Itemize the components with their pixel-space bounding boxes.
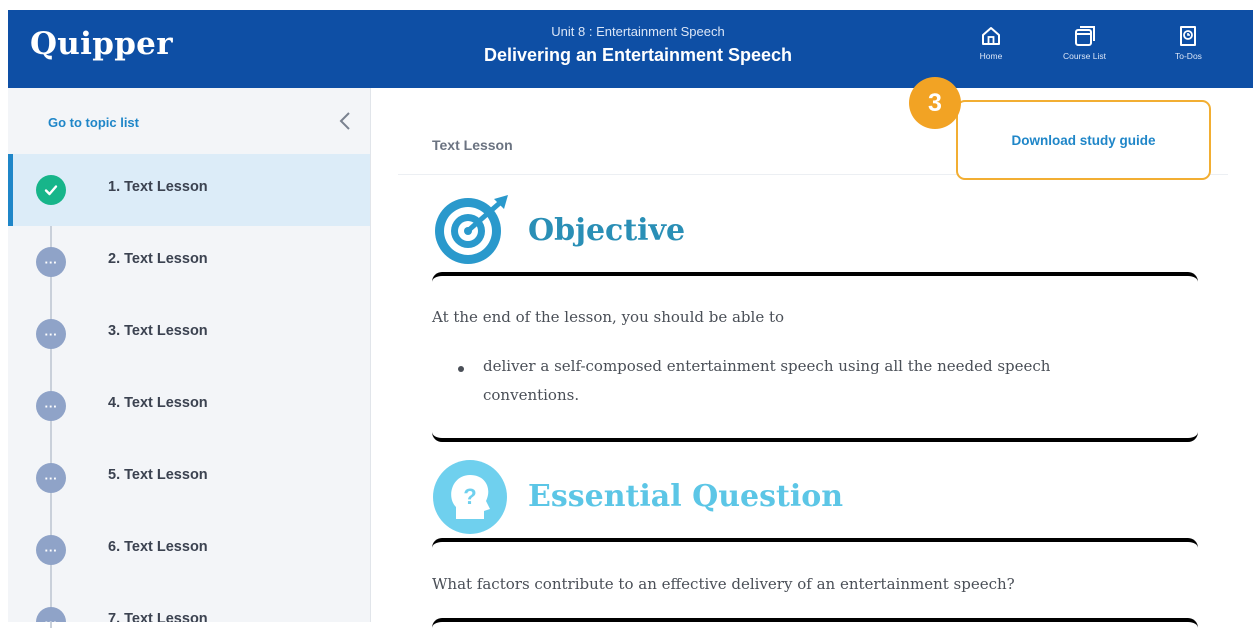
home-icon (982, 27, 1000, 45)
header-title-block: Unit 8 : Entertainment Speech Delivering… (448, 24, 828, 66)
home-label: Home (979, 51, 1003, 61)
essential-question-top-divider (432, 538, 1198, 552)
question-mark-glyph: ? (463, 484, 476, 509)
objective-intro: At the end of the lesson, you should be … (432, 308, 785, 326)
course-list-button[interactable]: Course List (1063, 24, 1106, 61)
target-icon (432, 193, 516, 272)
topic-label: 1. Text Lesson (108, 179, 208, 195)
course-list-label: Course List (1063, 51, 1106, 61)
essential-question-bottom-divider (432, 618, 1198, 632)
home-button[interactable]: Home (979, 24, 1003, 61)
todos-label: To-Dos (1175, 51, 1202, 61)
topic-label: 2. Text Lesson (108, 251, 208, 267)
sidebar-topic-4[interactable]: ··· 4. Text Lesson (8, 370, 370, 442)
sidebar-topic-6[interactable]: ··· 6. Text Lesson (8, 514, 370, 586)
sidebar-topic-3[interactable]: ··· 3. Text Lesson (8, 298, 370, 370)
sidebar-topic-7[interactable]: ··· 7. Text Lesson (8, 586, 370, 622)
sidebar-topic-5[interactable]: ··· 5. Text Lesson (8, 442, 370, 514)
more-dots-icon: ··· (36, 391, 66, 421)
unit-title: Unit 8 : Entertainment Speech (551, 24, 725, 39)
topic-label: 4. Text Lesson (108, 395, 208, 411)
sidebar-topic-1[interactable]: 1. Text Lesson (8, 154, 370, 226)
todos-button[interactable]: To-Dos (1175, 24, 1202, 61)
collapse-sidebar-button[interactable] (338, 110, 352, 137)
breadcrumb: Text Lesson (432, 137, 513, 153)
objective-bullet-line-2: conventions. (483, 386, 580, 404)
more-dots-icon: ··· (36, 607, 66, 622)
objective-title: Objective (528, 213, 686, 248)
more-dots-icon: ··· (36, 319, 66, 349)
topic-sidebar: Go to topic list 1. Text Lesson ··· 2. T… (8, 88, 371, 628)
todo-icon (1180, 26, 1197, 46)
more-dots-icon: ··· (36, 247, 66, 277)
topic-label: 7. Text Lesson (108, 611, 208, 622)
objective-top-divider (432, 272, 1198, 286)
bullet-dot (458, 366, 464, 372)
quipper-logo[interactable]: Quipper (30, 26, 173, 62)
essential-question-text: What factors contribute to an effective … (432, 575, 1015, 593)
more-dots-icon: ··· (36, 535, 66, 565)
objective-bullet-line-1: deliver a self-composed entertainment sp… (483, 357, 1051, 375)
check-icon (36, 175, 66, 205)
objective-bullet: deliver a self-composed entertainment sp… (483, 352, 1183, 410)
callout-number-badge: 3 (909, 77, 961, 129)
download-study-guide-button[interactable]: Download study guide (956, 100, 1211, 180)
chevron-left-icon (339, 112, 350, 130)
app-header: Quipper Unit 8 : Entertainment Speech De… (8, 10, 1253, 88)
essential-question-title: Essential Question (528, 479, 844, 514)
go-to-topic-list-link[interactable]: Go to topic list (48, 115, 139, 130)
sidebar-topic-2[interactable]: ··· 2. Text Lesson (8, 226, 370, 298)
more-dots-icon: ··· (36, 463, 66, 493)
question-head-icon: ? (432, 459, 512, 540)
course-list-icon (1074, 26, 1095, 46)
page-title: Delivering an Entertainment Speech (483, 45, 793, 65)
objective-bottom-divider (432, 428, 1198, 442)
topic-label: 6. Text Lesson (108, 539, 208, 555)
topic-label: 5. Text Lesson (108, 467, 208, 483)
topic-label: 3. Text Lesson (108, 323, 208, 339)
